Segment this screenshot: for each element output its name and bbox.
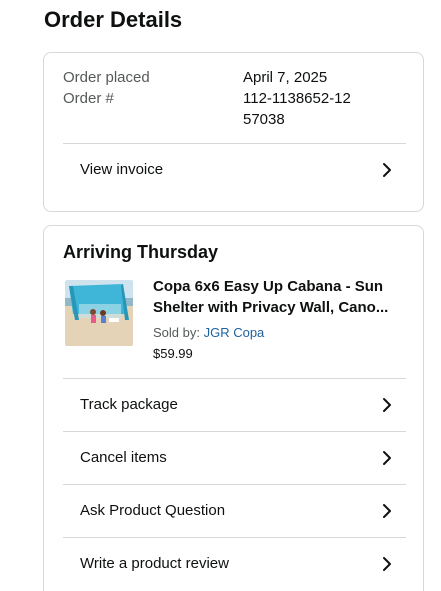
chevron-right-icon [383,557,391,571]
row-label: Ask Product Question [80,502,226,519]
chevron-right-icon [383,398,391,412]
chevron-right-icon [383,163,391,177]
sold-by-label: Sold by: [153,325,204,340]
order-placed-label: Order placed [63,69,150,86]
row-label: Cancel items [80,449,167,466]
order-summary-card: Order placed April 7, 2025 Order # 112-1… [43,52,424,212]
order-number-label: Order # [63,90,114,107]
order-details-page: Order Details Order placed April 7, 2025… [0,0,441,591]
cancel-items-button[interactable]: Cancel items [63,432,406,484]
write-product-review-button[interactable]: Write a product review [63,538,406,590]
view-invoice-label: View invoice [80,161,164,178]
chevron-right-icon [383,451,391,465]
ask-product-question-button[interactable]: Ask Product Question [63,485,406,537]
row-label: Track package [80,396,178,413]
product-image[interactable] [65,280,133,346]
view-invoice-link[interactable]: View invoice [63,144,406,196]
order-placed-date: April 7, 2025 [243,69,328,86]
page-title: Order Details [44,7,183,32]
chevron-right-icon [383,504,391,518]
sold-by: Sold by: JGR Copa [153,324,264,342]
product-title-link[interactable]: Copa 6x6 Easy Up Cabana - Sun Shelter wi… [153,276,411,318]
shipment-card: Arriving Thursday Copa 6x6 Easy Up Caban… [43,225,424,591]
seller-link[interactable]: JGR Copa [204,325,265,340]
track-package-button[interactable]: Track package [63,379,406,431]
product-price: $59.99 [153,346,193,361]
order-number-value: 112-1138652-1257038 [243,90,351,128]
cabana-photo-icon [65,280,133,346]
delivery-status-heading: Arriving Thursday [63,242,219,262]
row-label: Write a product review [80,555,229,572]
